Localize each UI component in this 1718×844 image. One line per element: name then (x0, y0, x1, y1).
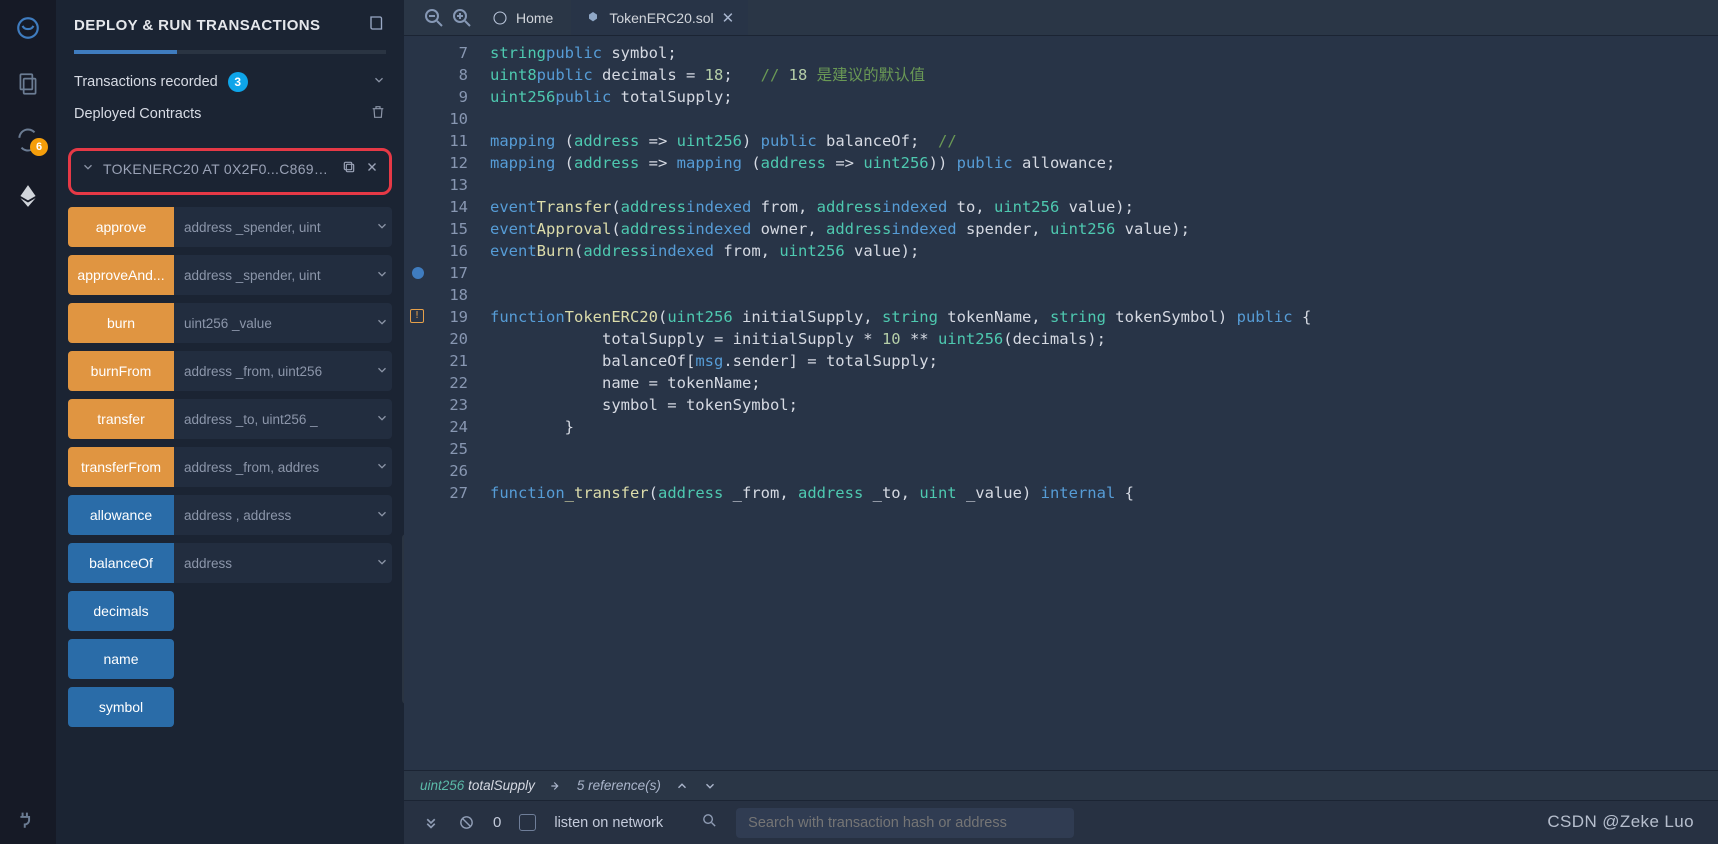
fn-expand-allowance[interactable] (371, 495, 392, 535)
fn-expand-balanceOf[interactable] (371, 543, 392, 583)
deployed-contracts-row: Deployed Contracts (74, 104, 386, 124)
trash-icon[interactable] (370, 104, 386, 124)
fn-expand-transfer[interactable] (371, 399, 392, 439)
main-area: Home TokenERC20.sol ✕ 789101112131415161… (404, 0, 1718, 844)
fn-button-symbol[interactable]: symbol (68, 687, 174, 727)
tab-bar: Home TokenERC20.sol ✕ (404, 0, 1718, 36)
search-icon[interactable] (701, 812, 718, 834)
fn-input-transferFrom[interactable] (174, 447, 371, 487)
fn-row-balanceOf: balanceOf (68, 543, 392, 583)
refs-up-icon[interactable] (675, 779, 689, 793)
files-icon[interactable] (14, 70, 42, 98)
fn-row-decimals: decimals (68, 591, 392, 631)
listen-label: listen on network (554, 815, 663, 831)
fn-input-transfer[interactable] (174, 399, 371, 439)
zoom-out-icon[interactable] (422, 6, 446, 30)
tab-file[interactable]: TokenERC20.sol ✕ (571, 0, 748, 35)
references-bar[interactable]: uint256 totalSupply 5 reference(s) (404, 770, 1718, 800)
fn-input-allowance[interactable] (174, 495, 371, 535)
fn-input-burn[interactable] (174, 303, 371, 343)
line-gutter: 789101112131415161718192021222324252627! (404, 36, 482, 770)
fn-row-approveAnd: approveAnd... (68, 255, 392, 295)
terminal-bar: 0 listen on network (404, 800, 1718, 844)
code-editor[interactable]: 789101112131415161718192021222324252627!… (404, 36, 1718, 770)
copy-icon[interactable] (341, 159, 357, 178)
fn-expand-approve[interactable] (371, 207, 392, 247)
fn-button-transfer[interactable]: transfer (68, 399, 174, 439)
fn-button-decimals[interactable]: decimals (68, 591, 174, 631)
fn-button-approve[interactable]: approve (68, 207, 174, 247)
expand-down-icon[interactable] (422, 814, 440, 832)
progress-bar (74, 50, 386, 54)
contract-address-label: TOKENERC20 AT 0X2F0...C869A (E (103, 161, 333, 177)
fn-button-transferFrom[interactable]: transferFrom (68, 447, 174, 487)
fn-expand-burnFrom[interactable] (371, 351, 392, 391)
tab-close-icon[interactable]: ✕ (722, 9, 735, 27)
fn-row-allowance: allowance (68, 495, 392, 535)
close-icon[interactable] (365, 160, 379, 177)
panel-title: DEPLOY & RUN TRANSACTIONS (56, 14, 404, 36)
tx-search-input[interactable] (736, 808, 1074, 838)
refs-down-icon[interactable] (703, 779, 717, 793)
deployed-contracts-label: Deployed Contracts (74, 106, 201, 122)
fn-expand-approveAnd[interactable] (371, 255, 392, 295)
fn-input-approveAnd[interactable] (174, 255, 371, 295)
refs-count: 5 reference(s) (577, 778, 661, 793)
docs-icon[interactable] (368, 14, 386, 36)
fn-expand-transferFrom[interactable] (371, 447, 392, 487)
fn-button-approveAnd[interactable]: approveAnd... (68, 255, 174, 295)
fn-row-name: name (68, 639, 392, 679)
fn-row-transferFrom: transferFrom (68, 447, 392, 487)
refs-type: uint256 (420, 778, 464, 793)
fn-row-burn: burn (68, 303, 392, 343)
fn-button-burnFrom[interactable]: burnFrom (68, 351, 174, 391)
fn-row-approve: approve (68, 207, 392, 247)
logo-icon[interactable] (14, 14, 42, 42)
fn-button-name[interactable]: name (68, 639, 174, 679)
compile-badge: 6 (30, 138, 48, 156)
listen-checkbox[interactable] (519, 814, 536, 831)
tab-home-label: Home (516, 10, 553, 26)
tx-recorded-row[interactable]: Transactions recorded 3 (74, 72, 386, 92)
fn-button-burn[interactable]: burn (68, 303, 174, 343)
tab-home[interactable]: Home (478, 0, 567, 35)
chevron-down-icon[interactable] (81, 160, 95, 177)
pending-count: 0 (493, 814, 501, 831)
code-content[interactable]: string public symbol; uint8 public decim… (482, 36, 1718, 770)
fn-input-burnFrom[interactable] (174, 351, 371, 391)
fn-button-balanceOf[interactable]: balanceOf (68, 543, 174, 583)
fn-row-symbol: symbol (68, 687, 392, 727)
function-list: approve approveAnd... burn burnFrom transfer… (56, 207, 404, 727)
compile-icon[interactable]: 6 (14, 126, 42, 154)
fn-button-allowance[interactable]: allowance (68, 495, 174, 535)
fn-input-approve[interactable] (174, 207, 371, 247)
watermark: CSDN @Zeke Luo (1547, 812, 1694, 832)
fn-row-transfer: transfer (68, 399, 392, 439)
refs-goto-icon[interactable] (549, 779, 563, 793)
left-iconbar: 6 (0, 0, 56, 844)
fn-row-burnFrom: burnFrom (68, 351, 392, 391)
fn-expand-burn[interactable] (371, 303, 392, 343)
tx-recorded-badge: 3 (228, 72, 248, 92)
plugin-icon[interactable] (14, 804, 42, 832)
tx-recorded-label: Transactions recorded (74, 74, 218, 90)
chevron-down-icon[interactable] (372, 73, 386, 91)
fn-input-balanceOf[interactable] (174, 543, 371, 583)
zoom-in-icon[interactable] (450, 6, 474, 30)
block-icon[interactable] (458, 814, 475, 831)
tab-file-label: TokenERC20.sol (609, 10, 713, 26)
deployed-contract-card[interactable]: TOKENERC20 AT 0X2F0...C869A (E (68, 148, 392, 195)
refs-name: totalSupply (468, 778, 535, 793)
deploy-icon[interactable] (14, 182, 42, 210)
deploy-panel: DEPLOY & RUN TRANSACTIONS Transactions r… (56, 0, 404, 844)
